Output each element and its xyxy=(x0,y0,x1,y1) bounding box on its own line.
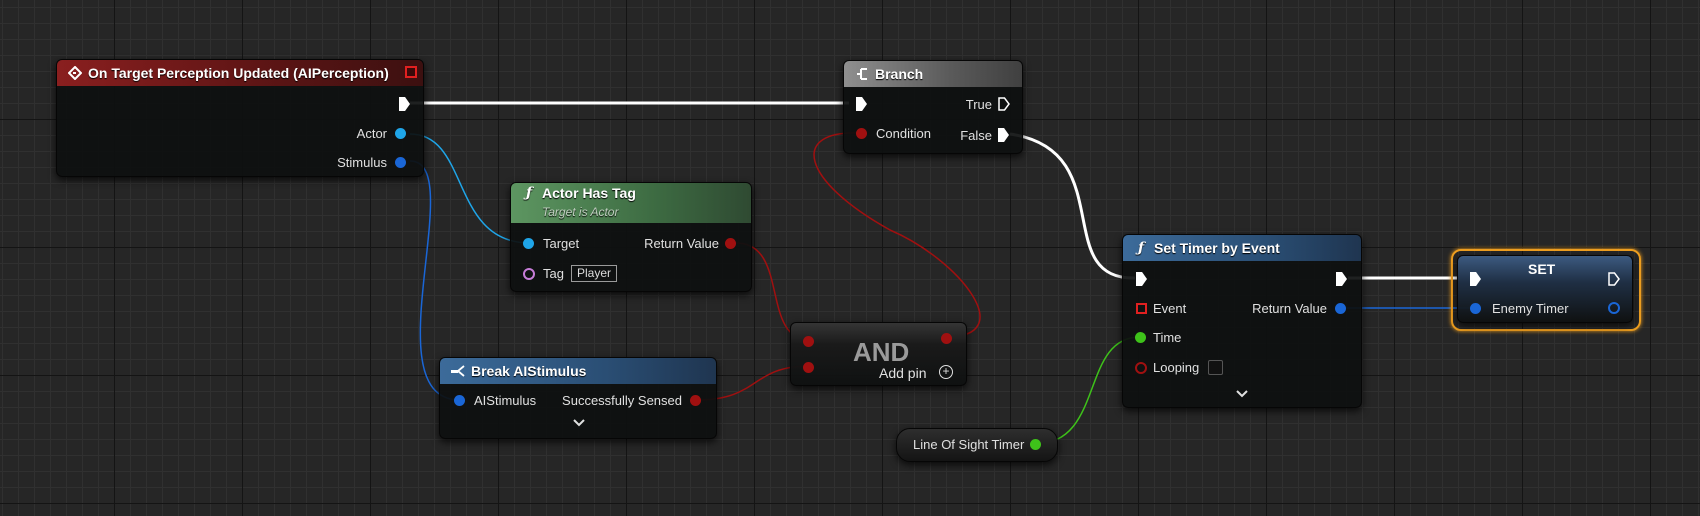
branch-node[interactable]: Branch True Condition False xyxy=(843,60,1023,154)
actor-out-pin[interactable] xyxy=(395,128,406,139)
and-in-pin-a[interactable] xyxy=(803,336,814,347)
variable-label: Line Of Sight Timer xyxy=(913,437,1025,452)
exec-wire-false-settimer xyxy=(1009,132,1136,280)
add-pin-label[interactable]: Add pin xyxy=(879,365,926,381)
node-title: Actor Has Tag xyxy=(542,185,636,201)
target-in-pin[interactable] xyxy=(523,238,534,249)
return-value-out-pin[interactable] xyxy=(1335,303,1346,314)
pin-label-return-value: Return Value xyxy=(644,236,719,251)
successfully-sensed-out-pin[interactable] xyxy=(690,395,701,406)
exec-in-pin[interactable] xyxy=(856,97,867,111)
event-delegate-pin[interactable] xyxy=(1136,303,1147,314)
event-diamond-icon xyxy=(66,66,84,80)
plus-circle-icon[interactable]: + xyxy=(939,365,953,379)
pin-label-condition: Condition xyxy=(876,126,931,141)
actor-has-tag-node[interactable]: ƒ Actor Has Tag Target is Actor Target R… xyxy=(510,182,752,292)
pin-label-target: Target xyxy=(543,236,580,251)
wire-and-condition xyxy=(813,132,981,338)
enemy-timer-out-pin[interactable] xyxy=(1608,302,1620,314)
node-header[interactable]: Break AIStimulus xyxy=(440,358,716,384)
node-header[interactable]: Branch xyxy=(844,61,1022,87)
pin-label-time: Time xyxy=(1153,330,1182,345)
break-aistimulus-node[interactable]: Break AIStimulus AIStimulus Successfully… xyxy=(439,357,717,439)
exec-out-pin[interactable] xyxy=(1608,272,1620,286)
pin-label-successfully-sensed: Successfully Sensed xyxy=(562,393,682,408)
function-f-icon: ƒ xyxy=(1137,240,1145,256)
break-struct-icon xyxy=(449,364,467,378)
exec-out-pin[interactable] xyxy=(399,97,410,111)
looping-in-pin[interactable] xyxy=(1135,362,1147,374)
looping-checkbox[interactable] xyxy=(1208,360,1223,375)
pin-label-stimulus: Stimulus xyxy=(337,155,387,170)
exec-in-pin[interactable] xyxy=(1136,272,1147,286)
true-exec-out-pin[interactable] xyxy=(998,97,1010,111)
exec-in-pin[interactable] xyxy=(1470,272,1481,286)
node-title: Set Timer by Event xyxy=(1154,240,1280,256)
pin-label-return-value: Return Value xyxy=(1252,301,1327,316)
return-value-out-pin[interactable] xyxy=(725,238,736,249)
exec-out-pin[interactable] xyxy=(1336,272,1347,286)
node-title: Break AIStimulus xyxy=(471,363,587,379)
time-in-pin[interactable] xyxy=(1135,332,1146,343)
branch-icon xyxy=(853,67,871,81)
event-node-on-target-perception-updated[interactable]: On Target Perception Updated (AIPercepti… xyxy=(56,59,424,177)
node-title: AND xyxy=(853,337,910,367)
pin-label-true: True xyxy=(965,97,992,112)
false-exec-out-pin[interactable] xyxy=(998,128,1009,142)
pin-label-enemy-timer: Enemy Timer xyxy=(1492,301,1569,316)
pin-label-aistimulus: AIStimulus xyxy=(474,393,537,408)
set-timer-by-event-node[interactable]: ƒ Set Timer by Event Event Return Value … xyxy=(1122,234,1362,408)
chevron-down-icon[interactable] xyxy=(572,416,586,430)
condition-in-pin[interactable] xyxy=(856,128,867,139)
node-title: SET xyxy=(1528,261,1556,277)
set-enemy-timer-node[interactable]: SET Enemy Timer xyxy=(1457,255,1633,323)
node-subtitle: Target is Actor xyxy=(542,205,619,219)
pin-label-event: Event xyxy=(1153,301,1187,316)
pin-label-false: False xyxy=(960,128,992,143)
node-title: On Target Perception Updated (AIPercepti… xyxy=(88,65,389,81)
tag-in-pin[interactable] xyxy=(523,268,535,280)
node-title: Branch xyxy=(875,66,924,82)
chevron-down-icon[interactable] xyxy=(1235,387,1249,401)
pin-label-tag: Tag xyxy=(543,266,564,281)
node-header[interactable]: ƒ Actor Has Tag Target is Actor xyxy=(511,183,751,223)
function-f-icon: ƒ xyxy=(525,185,533,201)
stop-square-icon[interactable] xyxy=(405,66,417,78)
enemy-timer-in-pin[interactable] xyxy=(1470,303,1481,314)
line-of-sight-timer-getter[interactable]: Line Of Sight Timer xyxy=(896,428,1058,462)
line-of-sight-out-pin[interactable] xyxy=(1030,439,1041,450)
aistimulus-in-pin[interactable] xyxy=(454,395,465,406)
pin-label-looping: Looping xyxy=(1153,360,1200,375)
node-header[interactable]: ƒ Set Timer by Event xyxy=(1123,235,1361,261)
tag-value-input[interactable]: Player xyxy=(571,265,618,282)
pin-label-actor: Actor xyxy=(356,126,387,141)
node-header[interactable]: On Target Perception Updated (AIPercepti… xyxy=(57,60,423,86)
stimulus-out-pin[interactable] xyxy=(395,157,406,168)
and-in-pin-b[interactable] xyxy=(803,362,814,373)
and-out-pin[interactable] xyxy=(941,333,952,344)
and-node[interactable]: AND Add pin + xyxy=(790,322,967,386)
